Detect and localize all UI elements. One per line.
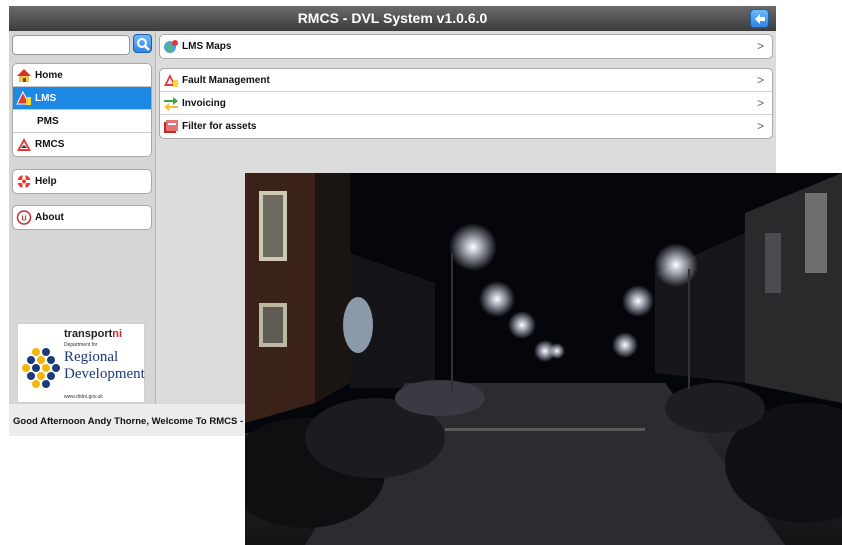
list-item-label: Filter for assets [182, 121, 257, 132]
chevron-right-icon: > [756, 39, 764, 53]
logo-name: Regional Development [64, 349, 145, 382]
globe-map-icon [164, 40, 178, 53]
logo-brand: transportni [64, 328, 123, 340]
sidebar-item-label: LMS [35, 93, 57, 104]
svg-text:U: U [21, 216, 26, 223]
sidebar-about-group: U About [12, 205, 152, 230]
logo-dept: Department for [64, 342, 98, 348]
sidebar-item-about[interactable]: U About [13, 206, 151, 229]
list-item-label: LMS Maps [182, 41, 232, 52]
sidebar-item-label: About [35, 212, 64, 223]
sidebar-item-help[interactable]: Help [13, 170, 151, 193]
arrows-icon [164, 97, 178, 111]
list-item-label: Fault Management [182, 75, 270, 86]
sidebar: Home LMS PMS RMCS Help U About transport… [9, 31, 156, 404]
warning-sign-icon [16, 91, 31, 105]
sidebar-main-group: Home LMS PMS RMCS [12, 63, 152, 157]
list-item-filter-for-assets[interactable]: Filter for assets > [160, 115, 772, 138]
screenshot-stage: RMCS - DVL System v1.0.6.0 Home LMS PMS … [0, 0, 842, 545]
back-arrow-icon [755, 14, 765, 24]
home-icon [17, 69, 31, 82]
sidebar-item-label: PMS [37, 116, 59, 127]
sidebar-item-lms[interactable]: LMS [13, 87, 151, 110]
warning-triangle-icon [164, 74, 178, 87]
title-bar: RMCS - DVL System v1.0.6.0 [9, 6, 776, 31]
lifebuoy-icon [17, 175, 31, 188]
menu-list: Fault Management > Invoicing > Filter fo… [159, 68, 773, 139]
street-night-photo [245, 173, 842, 545]
sidebar-item-home[interactable]: Home [13, 64, 151, 87]
hexagon-cluster-logo-icon [22, 348, 60, 388]
logo-url: www.drdni.gov.uk [64, 394, 103, 400]
window-title: RMCS - DVL System v1.0.6.0 [297, 10, 488, 26]
greeting-text: Good Afternoon Andy Thorne, Welcome To R… [13, 416, 265, 427]
sidebar-item-label: Help [35, 176, 57, 187]
list-item-invoicing[interactable]: Invoicing > [160, 92, 772, 115]
warning-triangle-icon [17, 138, 31, 151]
filter-box-icon [164, 120, 178, 133]
sidebar-item-rmcs[interactable]: RMCS [13, 133, 151, 156]
top-list: LMS Maps > [159, 34, 773, 59]
department-logo: transportni Department for Regional Devel… [17, 323, 145, 403]
sidebar-item-label: Home [35, 70, 63, 81]
sidebar-help-group: Help [12, 169, 152, 194]
back-button[interactable] [750, 9, 769, 28]
search-icon [137, 38, 150, 51]
sidebar-item-pms[interactable]: PMS [13, 110, 151, 133]
search-button[interactable] [133, 34, 152, 53]
list-item-fault-management[interactable]: Fault Management > [160, 69, 772, 92]
list-item-lms-maps[interactable]: LMS Maps > [160, 35, 772, 58]
info-logo-icon: U [16, 210, 32, 225]
chevron-right-icon: > [756, 96, 764, 110]
search-input[interactable] [12, 35, 130, 55]
street-photo-illustration [245, 173, 842, 545]
chevron-right-icon: > [756, 73, 764, 87]
list-item-label: Invoicing [182, 98, 226, 109]
chevron-right-icon: > [756, 119, 764, 133]
sidebar-item-label: RMCS [35, 139, 65, 150]
